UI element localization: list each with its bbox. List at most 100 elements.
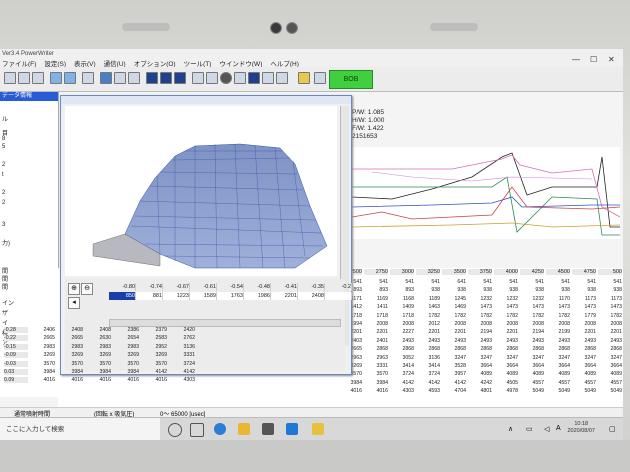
table-cell[interactable]: 1782: [598, 313, 622, 319]
cortana-icon[interactable]: [168, 423, 182, 437]
table-cell[interactable]: 1232: [494, 296, 518, 302]
tree-item[interactable]: ザ: [2, 308, 8, 317]
table-cell[interactable]: 2493: [598, 338, 622, 344]
table-cell[interactable]: 3984: [338, 380, 362, 386]
grid-icon[interactable]: [114, 72, 126, 84]
table-cell[interactable]: 3724: [170, 361, 195, 367]
table-cell[interactable]: 4557: [546, 380, 570, 386]
table-cell[interactable]: 3664: [598, 363, 622, 369]
table-cell[interactable]: 3570: [30, 361, 55, 367]
table-cell[interactable]: 3724: [416, 371, 440, 377]
table-cell[interactable]: 1473: [494, 304, 518, 310]
table-cell[interactable]: 2008: [494, 321, 518, 327]
nav-left-icon[interactable]: ◂: [68, 297, 80, 309]
value-cell[interactable]: 881: [136, 292, 163, 300]
table-cell[interactable]: 4016: [114, 377, 139, 383]
volume-icon[interactable]: ◁: [544, 425, 549, 433]
table-cell[interactable]: 1473: [546, 304, 570, 310]
table-cell[interactable]: 1411: [364, 304, 388, 310]
graph-icon[interactable]: [146, 72, 158, 84]
table-cell[interactable]: 2227: [390, 329, 414, 335]
table-cell[interactable]: 3664: [468, 363, 492, 369]
table-cell[interactable]: 3414: [390, 363, 414, 369]
table-cell[interactable]: 2201: [598, 329, 622, 335]
table-cell[interactable]: 2008: [442, 321, 466, 327]
table-cell[interactable]: 3331: [170, 352, 195, 358]
table-cell[interactable]: 2983: [86, 344, 111, 350]
table-cell[interactable]: 3269: [86, 352, 111, 358]
table-cell[interactable]: 2868: [572, 346, 596, 352]
table-cell[interactable]: 2493: [520, 338, 544, 344]
table-cell[interactable]: 4303: [170, 377, 195, 383]
tree-item[interactable]: 5: [2, 144, 5, 150]
table-cell[interactable]: 2868: [520, 346, 544, 352]
table-cell[interactable]: 3664: [494, 363, 518, 369]
table-cell[interactable]: 2199: [546, 329, 570, 335]
table-cell[interactable]: 2963: [364, 355, 388, 361]
table-cell[interactable]: 2983: [30, 344, 55, 350]
table-cell[interactable]: 541: [416, 279, 440, 285]
print-icon[interactable]: [82, 72, 94, 84]
table-cell[interactable]: 5049: [520, 388, 544, 394]
tree-item[interactable]: イ: [2, 318, 8, 327]
tune-icon[interactable]: [276, 72, 288, 84]
map-icon[interactable]: [174, 72, 186, 84]
table-cell[interactable]: 4016: [338, 388, 362, 394]
table-cell[interactable]: 541: [364, 279, 388, 285]
table-cell[interactable]: 2583: [142, 335, 167, 341]
value-cell[interactable]: 1589: [190, 292, 217, 300]
tree-item[interactable]: 8: [2, 136, 5, 142]
table-cell[interactable]: 2379: [142, 327, 167, 333]
table-cell[interactable]: 4557: [572, 380, 596, 386]
table-cell[interactable]: 4142: [390, 380, 414, 386]
table-cell[interactable]: 2201: [364, 329, 388, 335]
table-cell[interactable]: 2008: [546, 321, 570, 327]
table-cell[interactable]: 4978: [494, 388, 518, 394]
table-cell[interactable]: 938: [416, 287, 440, 293]
table-cell[interactable]: 2194: [468, 329, 492, 335]
network-icon[interactable]: ▭: [526, 425, 533, 433]
table-cell[interactable]: 1189: [416, 296, 440, 302]
table-cell[interactable]: 3528: [442, 363, 466, 369]
table-cell[interactable]: 2654: [114, 335, 139, 341]
table-cell[interactable]: 938: [494, 287, 518, 293]
table-cell[interactable]: 2493: [442, 338, 466, 344]
value-cell[interactable]: 2408: [298, 292, 325, 300]
table-cell[interactable]: 1169: [364, 296, 388, 302]
table-cell[interactable]: 2952: [142, 344, 167, 350]
table-cell[interactable]: 4089: [598, 371, 622, 377]
table-icon[interactable]: [128, 72, 140, 84]
table-cell[interactable]: 5049: [598, 388, 622, 394]
table-cell[interactable]: 1782: [468, 313, 492, 319]
taskview-icon[interactable]: [190, 423, 204, 437]
table-cell[interactable]: 4142: [170, 369, 195, 375]
explorer-icon[interactable]: [238, 423, 250, 435]
table-cell[interactable]: 1170: [546, 296, 570, 302]
table-cell[interactable]: 1232: [520, 296, 544, 302]
selected-cell[interactable]: 850: [109, 292, 136, 300]
table-cell[interactable]: 3664: [572, 363, 596, 369]
table-cell[interactable]: 3269: [114, 352, 139, 358]
table-cell[interactable]: 4142: [442, 380, 466, 386]
table-cell[interactable]: 2201: [442, 329, 466, 335]
table-cell[interactable]: 541: [468, 279, 492, 285]
table-cell[interactable]: 1473: [520, 304, 544, 310]
table-cell[interactable]: 2420: [170, 327, 195, 333]
table-cell[interactable]: 3570: [86, 361, 111, 367]
table-cell[interactable]: 2201: [572, 329, 596, 335]
tree-item[interactable]: 力): [2, 238, 10, 247]
table-cell[interactable]: 3984: [30, 369, 55, 375]
tree-item[interactable]: 3: [2, 222, 5, 228]
chart-icon[interactable]: [160, 72, 172, 84]
log-icon[interactable]: [248, 72, 260, 84]
table-cell[interactable]: 2408: [86, 327, 111, 333]
settings-icon[interactable]: [262, 72, 274, 84]
table-cell[interactable]: 1409: [390, 304, 414, 310]
table-cell[interactable]: 2762: [170, 335, 195, 341]
table-cell[interactable]: 3247: [572, 355, 596, 361]
table-cell[interactable]: 2012: [416, 321, 440, 327]
table-cell[interactable]: 2665: [58, 335, 83, 341]
table-cell[interactable]: 3136: [170, 344, 195, 350]
table-cell[interactable]: 2008: [520, 321, 544, 327]
table-cell[interactable]: 2008: [364, 321, 388, 327]
